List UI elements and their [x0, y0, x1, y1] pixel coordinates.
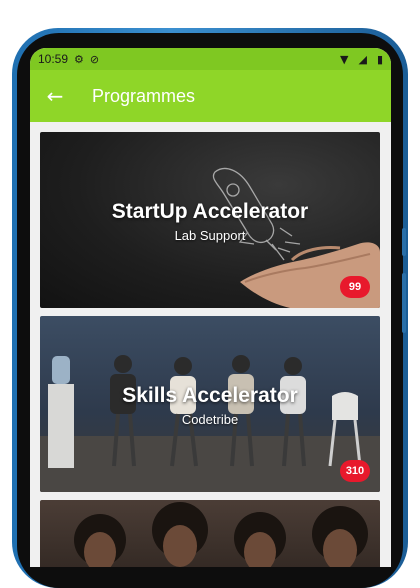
battery-icon: ▮	[376, 52, 383, 66]
programme-title: StartUp Accelerator	[111, 200, 309, 223]
programme-list: StartUp Accelerator Lab Support 99 Skill…	[30, 122, 391, 567]
sync-icon: ⊘	[89, 52, 100, 66]
status-bar: 10:59 ⚙ ⊘ ▼ ◢ ▮	[30, 48, 391, 70]
group-of-women-image	[74, 502, 368, 567]
programme-title: Skills Accelerator	[122, 384, 298, 407]
page-title: Programmes	[92, 85, 196, 106]
power-button	[402, 273, 406, 333]
app-screen: 10:59 ⚙ ⊘ ▼ ◢ ▮ ← Programmes StartUp Acc…	[30, 48, 391, 567]
volume-button	[402, 228, 406, 256]
programme-card-startup[interactable]: StartUp Accelerator Lab Support 99	[40, 132, 380, 308]
count-badge: 99	[340, 276, 370, 298]
programme-card-3[interactable]	[40, 500, 380, 567]
wifi-icon: ▼	[340, 52, 349, 66]
arrow-left-icon[interactable]: ←	[30, 84, 80, 108]
count-badge: 310	[340, 460, 370, 482]
app-bar: ← Programmes	[30, 70, 391, 122]
gear-icon: ⚙	[74, 52, 84, 66]
signal-icon: ◢	[358, 52, 367, 66]
programme-subtitle: Lab Support	[174, 228, 246, 243]
programme-subtitle: Codetribe	[181, 412, 239, 427]
programme-card-skills[interactable]: Skills Accelerator Codetribe 310	[40, 316, 380, 492]
status-time: 10:59	[38, 52, 69, 66]
